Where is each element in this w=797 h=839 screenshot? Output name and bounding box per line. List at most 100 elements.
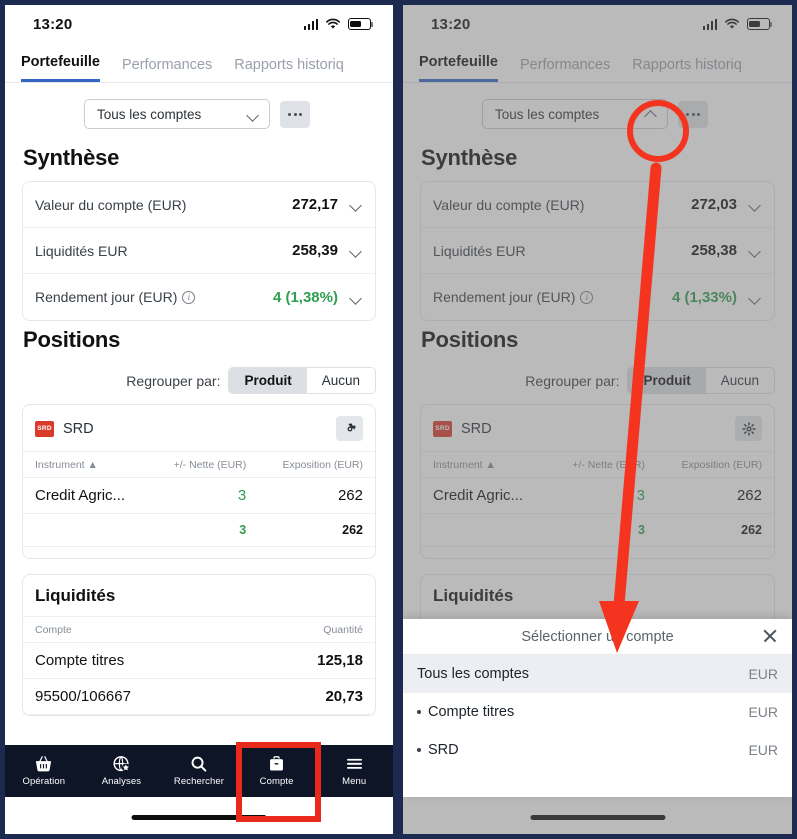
sheet-option-compte-titres[interactable]: Compte titres EUR [403, 693, 792, 731]
nav-item-compte[interactable]: Compte [242, 755, 312, 787]
status-icons [303, 18, 374, 30]
cell-account: 95500/106667 [23, 678, 246, 715]
globe-star-icon [113, 756, 130, 772]
info-icon[interactable]: i [182, 290, 196, 304]
group-by-segmented: Produit Aucun [627, 367, 775, 394]
product-group-name: SRD [461, 420, 492, 437]
status-bar: 13:20 [403, 5, 792, 43]
chevron-up-icon [645, 108, 658, 121]
col-instrument[interactable]: Instrument ▲ [23, 451, 151, 478]
account-selector-row: Tous les comptes [420, 83, 775, 139]
synthese-row-value: 4 (1,33%) [671, 288, 737, 306]
table-header-row: Compte Quantité [23, 616, 375, 643]
nav-item-analyses[interactable]: Analyses [86, 755, 156, 787]
briefcase-icon [270, 756, 284, 771]
col-net[interactable]: +/- Nette (EUR) [150, 451, 259, 478]
tab-portefeuille[interactable]: Portefeuille [21, 54, 100, 82]
chevron-down-icon[interactable] [350, 244, 363, 257]
col-instrument[interactable]: Instrument ▲ [421, 451, 549, 478]
synthese-row-value: 4 (1,38%) [272, 288, 338, 306]
cell-instrument: Credit Agric... [23, 477, 151, 514]
cell-total-net: 3 [548, 513, 657, 547]
screenshot-stage: 13:20 Portefeuille Performances Rapports… [0, 0, 797, 839]
chevron-down-icon[interactable] [749, 244, 762, 257]
synthese-row-value: 272,17 [292, 196, 338, 213]
positions-card: SRD SRD Instrument ▲ +/- Nette (EUR) Exp… [420, 404, 775, 559]
col-exposure[interactable]: Exposition (EUR) [656, 451, 774, 478]
account-select-value: Tous les comptes [495, 106, 600, 122]
section-title-positions: Positions [23, 327, 121, 352]
col-quantite[interactable]: Quantité [245, 616, 375, 643]
chevron-down-icon[interactable] [350, 291, 363, 304]
account-select[interactable]: Tous les comptes [84, 99, 270, 129]
col-net[interactable]: +/- Nette (EUR) [548, 451, 657, 478]
synthese-row[interactable]: Liquidités EUR 258,39 [23, 228, 375, 274]
account-selector-row: Tous les comptes [22, 83, 376, 139]
cell-net: 3 [548, 477, 657, 514]
table-row[interactable]: Credit Agric... 3 262 [421, 477, 774, 514]
card-spacer [23, 547, 375, 558]
cell-exposure: 262 [656, 477, 774, 514]
group-by-aucun[interactable]: Aucun [705, 368, 774, 393]
phone-right: 13:20 Portefeuille Performances Rapports… [398, 0, 797, 839]
nav-item-operation[interactable]: Opération [9, 755, 79, 787]
nav-item-menu[interactable]: Menu [319, 755, 389, 787]
table-total-row: 3 262 [23, 513, 375, 547]
gear-icon [343, 422, 357, 436]
sheet-option-srd[interactable]: SRD EUR [403, 731, 792, 769]
liquidites-card: Liquidités Compte Quantité Compte titres… [22, 574, 376, 716]
synthese-row-value: 258,39 [292, 242, 338, 259]
sheet-title: Sélectionner un compte [521, 628, 674, 645]
gear-icon [741, 421, 756, 436]
nav-item-label: Compte [259, 776, 294, 787]
cell-total-label [23, 513, 151, 547]
table-row[interactable]: 95500/106667 20,73 [23, 678, 375, 715]
chevron-down-icon [247, 108, 260, 121]
col-exposure[interactable]: Exposition (EUR) [258, 451, 375, 478]
synthese-row[interactable]: Liquidités EUR 258,38 [421, 228, 774, 274]
synthese-row-label: Rendement jour (EUR) [433, 289, 576, 305]
cell-qty: 125,18 [245, 642, 375, 679]
table-row[interactable]: Credit Agric... 3 262 [23, 477, 375, 514]
group-by-produit[interactable]: Produit [229, 368, 307, 393]
synthese-row[interactable]: Valeur du compte (EUR) 272,03 [421, 182, 774, 228]
srd-logo-icon: SRD [433, 420, 452, 437]
tab-performances[interactable]: Performances [122, 57, 212, 82]
phone-left: 13:20 Portefeuille Performances Rapports… [0, 0, 398, 839]
account-select[interactable]: Tous les comptes [482, 99, 668, 129]
close-icon[interactable] [762, 628, 778, 644]
chevron-down-icon[interactable] [350, 198, 363, 211]
synthese-card: Valeur du compte (EUR) 272,17 Liquidités… [22, 181, 376, 321]
positions-table: Instrument ▲ +/- Nette (EUR) Exposition … [23, 451, 375, 547]
table-row[interactable]: Compte titres 125,18 [23, 642, 375, 679]
nav-item-rechercher[interactable]: Rechercher [164, 755, 234, 787]
tab-rapports-historiques[interactable]: Rapports historiq [234, 57, 344, 82]
tab-portefeuille[interactable]: Portefeuille [419, 54, 498, 82]
more-options-button[interactable] [280, 100, 310, 128]
sheet-option-currency: EUR [748, 666, 778, 682]
section-title-synthese: Synthèse [23, 145, 120, 170]
positions-card: SRD SRD Instrument ▲ +/- Nette (EUR) Exp… [22, 404, 376, 559]
info-icon[interactable]: i [580, 290, 594, 304]
synthese-row[interactable]: Rendement jour (EUR) i 4 (1,33%) [421, 274, 774, 320]
col-compte[interactable]: Compte [23, 616, 246, 643]
group-by-produit[interactable]: Produit [628, 368, 706, 393]
cell-net: 3 [150, 477, 259, 514]
settings-button[interactable] [336, 416, 363, 441]
srd-logo-icon: SRD [35, 420, 54, 437]
positions-table: Instrument ▲ +/- Nette (EUR) Exposition … [421, 451, 774, 547]
sheet-bottom-spacer [403, 769, 792, 797]
nav-item-label: Rechercher [173, 776, 225, 787]
tab-rapports-historiques[interactable]: Rapports historiq [632, 57, 742, 82]
synthese-row[interactable]: Valeur du compte (EUR) 272,17 [23, 182, 375, 228]
chevron-down-icon[interactable] [749, 198, 762, 211]
settings-button[interactable] [735, 416, 762, 441]
chevron-down-icon[interactable] [749, 291, 762, 304]
synthese-row[interactable]: Rendement jour (EUR) i 4 (1,38%) [23, 274, 375, 320]
tab-performances[interactable]: Performances [520, 57, 610, 82]
more-options-button[interactable] [678, 100, 708, 128]
synthese-card: Valeur du compte (EUR) 272,03 Liquidités… [420, 181, 775, 321]
synthese-row-label: Rendement jour (EUR) [35, 289, 178, 305]
sheet-option-tous-les-comptes[interactable]: Tous les comptes EUR [403, 655, 792, 693]
group-by-aucun[interactable]: Aucun [306, 368, 375, 393]
